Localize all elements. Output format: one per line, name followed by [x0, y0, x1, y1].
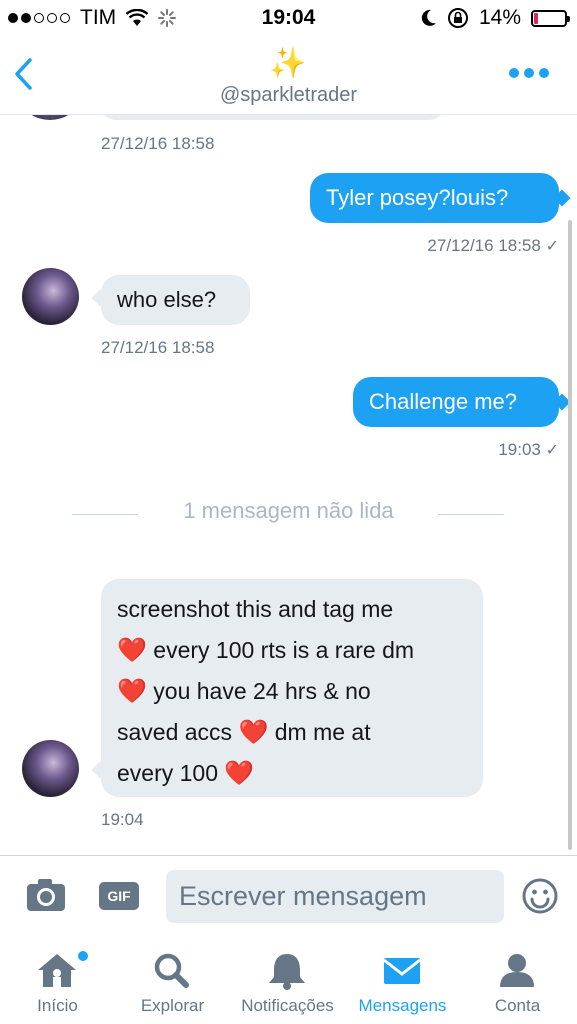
home-icon: [38, 954, 76, 987]
message-bubble-outgoing[interactable]: Challenge me?: [353, 377, 559, 427]
more-options-icon[interactable]: [509, 68, 549, 78]
star-badge-icon: ✨: [269, 47, 307, 80]
message-composer: GIF Escrever mensagem: [0, 855, 577, 940]
message-timestamp: 19:04: [101, 810, 144, 829]
conversation-handle[interactable]: @sparkletrader: [0, 84, 577, 107]
message-line: every 100 ❤️: [117, 760, 255, 787]
avatar[interactable]: [22, 740, 79, 797]
tab-label: Conta: [494, 996, 541, 1015]
message-line: saved accs ❤️ dm me at: [117, 719, 371, 746]
tab-bar: Início Explorar Notificações Mensagens C…: [0, 939, 577, 1024]
scrollbar[interactable]: [568, 220, 572, 850]
heart-emoji: ❤️: [117, 678, 147, 705]
conversation-header: ✨ @sparkletrader: [0, 38, 577, 115]
message-timestamp: 27/12/16 18:58: [101, 134, 215, 153]
notification-dot: [78, 951, 88, 961]
message-line: ❤️ every 100 rts is a rare dm: [117, 637, 415, 664]
search-icon: [154, 953, 189, 988]
message-line: screenshot this and tag me: [117, 596, 394, 622]
tab-explore[interactable]: Explorar: [115, 939, 230, 1024]
person-icon: [500, 954, 534, 987]
read-check-icon: ✓: [545, 442, 559, 459]
avatar[interactable]: [22, 268, 79, 325]
gif-button[interactable]: GIF: [99, 882, 139, 910]
unread-divider-label: 1 mensagem não lida: [183, 498, 394, 523]
emoji-icon[interactable]: [521, 877, 559, 915]
envelope-icon: [383, 958, 421, 984]
message-input[interactable]: Escrever mensagem: [166, 870, 504, 923]
tab-account[interactable]: Conta: [460, 939, 575, 1024]
message-timestamp: 19:03 ✓: [498, 440, 559, 459]
tab-notifications[interactable]: Notificações: [230, 939, 345, 1024]
unread-divider: 1 mensagem não lida: [0, 496, 577, 526]
message-timestamp: 27/12/16 18:58 ✓: [427, 236, 559, 255]
heart-emoji: ❤️: [224, 760, 255, 787]
bell-icon: [269, 954, 305, 990]
message-line: ❤️ you have 24 hrs & no: [117, 678, 371, 705]
message-bubble-incoming[interactable]: screenshot this and tag me ❤️ every 100 …: [101, 579, 483, 797]
heart-emoji: ❤️: [238, 719, 269, 746]
heart-emoji: ❤️: [117, 637, 147, 664]
message-bubble-outgoing[interactable]: Tyler posey?louis?: [310, 173, 559, 223]
tab-home[interactable]: Início: [0, 939, 115, 1024]
message-timestamp: 27/12/16 18:58: [101, 338, 215, 357]
message-bubble-incoming[interactable]: who else?: [101, 275, 250, 325]
read-check-icon: ✓: [545, 238, 559, 255]
tab-messages[interactable]: Mensagens: [345, 939, 460, 1024]
message-thread[interactable]: 27/12/16 18:58 Tyler posey?louis? 27/12/…: [0, 0, 577, 855]
camera-icon[interactable]: [26, 878, 66, 912]
